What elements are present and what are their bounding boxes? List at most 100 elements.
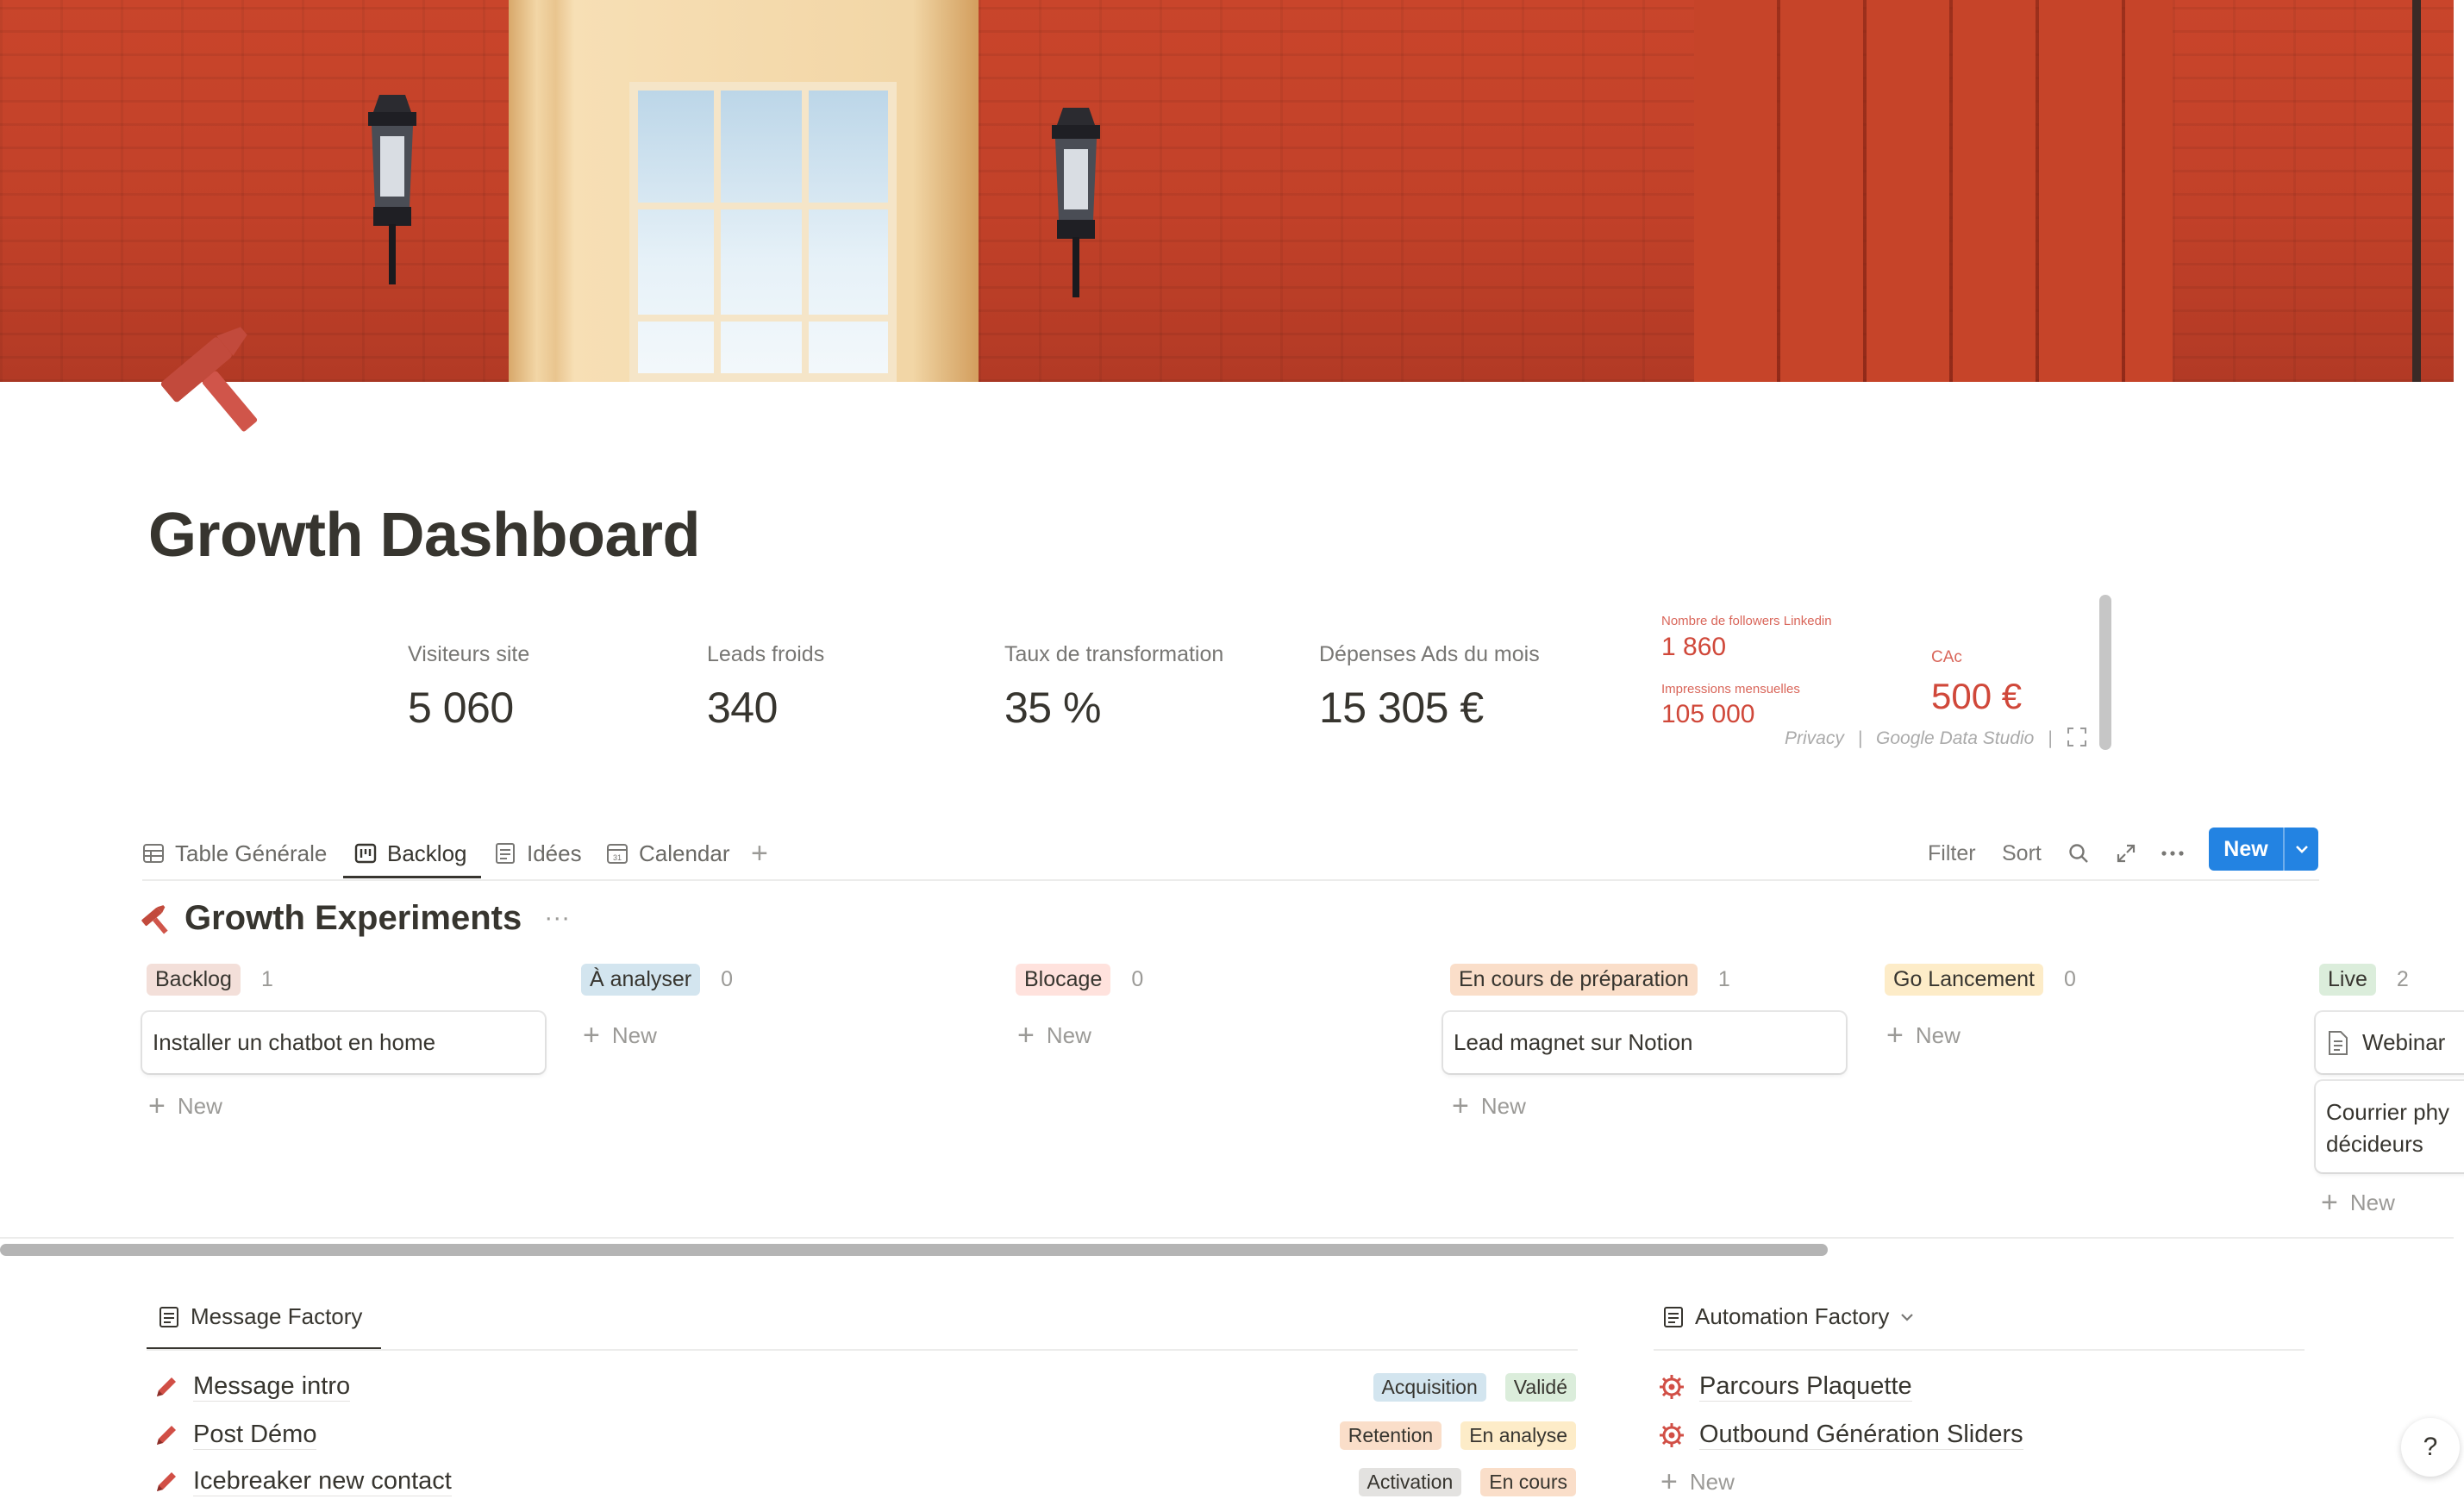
column-header-go-lancement[interactable]: Go Lancement 0 [1885,962,2076,996]
sort-button[interactable]: Sort [2002,834,2042,872]
tab-calendar[interactable]: 31 Calendar [606,828,730,879]
status-pill: Backlog [147,963,241,996]
card-title: Installer un chatbot en home [153,1029,436,1055]
calendar-icon: 31 [607,844,628,864]
metric-value: 5 060 [408,684,514,732]
privacy-link[interactable]: Privacy [1785,728,1844,748]
add-automation-button[interactable]: + New [1660,1465,1735,1499]
board-card[interactable]: Lead magnet sur Notion [1443,1012,1846,1073]
add-card-live[interactable]: + New [2321,1186,2395,1220]
cac-value: 500 € [1931,676,2023,716]
add-card-backlog[interactable]: + New [148,1090,222,1123]
tag: En cours [1480,1468,1576,1496]
metric-value: 340 [707,684,778,732]
more-options-button[interactable] [2160,834,2186,872]
board-divider [0,1237,2454,1239]
status-pill: Live [2319,963,2376,996]
impressions-label: Impressions mensuelles [1661,682,1800,696]
impressions-value: 105 000 [1661,700,1755,728]
board-icon [354,843,377,864]
expand-button[interactable] [2115,834,2137,872]
fullscreen-icon[interactable] [2067,728,2086,746]
column-count: 0 [721,966,734,991]
metric-value: 15 305 € [1319,684,1484,732]
add-label: New [1689,1469,1735,1495]
new-button[interactable]: New [2209,828,2318,871]
cac-label: CAc [1931,648,1962,666]
wall-lamp-right [1052,108,1100,297]
add-label: New [2349,1190,2395,1215]
card-title-continued: décideurs [2326,1131,2423,1157]
board-card[interactable]: Courrier phy décideurs [2316,1081,2464,1172]
list-item[interactable]: Outbound Génération Sliders [1658,1418,2296,1452]
board-card[interactable]: Webinar [2316,1012,2464,1073]
database-title[interactable]: Growth Experiments [184,899,522,938]
data-studio-link[interactable]: Google Data Studio [1876,728,2034,748]
tab-label: Automation Factory [1695,1303,1890,1329]
hammer-icon[interactable] [155,315,276,435]
board-card[interactable]: Installer un chatbot en home [142,1012,545,1073]
list-item[interactable]: Icebreaker new contact Activation En cou… [153,1465,1576,1499]
list-item[interactable]: Message intro Acquisition Validé [153,1370,1576,1404]
embed-scrollbar[interactable] [2099,595,2111,750]
metric-label: Dépenses Ads du mois [1319,642,1540,666]
add-view-button[interactable]: + [751,828,768,879]
svg-text:31: 31 [613,853,622,862]
footer-separator: | [1857,728,1863,748]
followers-label: Nombre de followers Linkedin [1661,614,1832,628]
list-divider [147,1349,1578,1351]
list-icon [496,843,515,864]
tab-backlog[interactable]: Backlog [354,828,467,879]
tab-message-factory[interactable]: Message Factory [158,1303,362,1330]
column-header-blocage[interactable]: Blocage 0 [1016,962,1143,996]
help-button[interactable]: ? [2401,1418,2460,1477]
wall-lamp-left [368,95,416,284]
database-more-button[interactable]: ··· [544,903,570,933]
column-header-backlog[interactable]: Backlog 1 [147,962,273,996]
column-header-live[interactable]: Live 2 [2319,962,2409,996]
row-title: Icebreaker new contact [193,1467,452,1496]
filter-button[interactable]: Filter [1928,834,1976,872]
tab-idees[interactable]: Idées [494,828,582,879]
list-icon [159,1306,178,1327]
cover-image [0,0,2454,382]
add-card-en-cours[interactable]: + New [1452,1090,1526,1123]
tab-automation-factory[interactable]: Automation Factory [1662,1303,1925,1330]
brick-wall-right [2173,0,2412,382]
board-horizontal-scrollbar[interactable] [0,1244,1828,1256]
status-pill: Go Lancement [1885,963,2043,996]
list-item[interactable]: Post Démo Retention En analyse [153,1418,1576,1452]
row-title: Parcours Plaquette [1699,1372,1912,1402]
column-count: 2 [2396,966,2409,991]
expand-icon [2117,844,2136,863]
data-studio-embed[interactable]: Nombre de followers Linkedin 1 860 Impre… [1655,603,2121,759]
column-header-en-cours[interactable]: En cours de préparation 1 [1450,962,1730,996]
metric-visiteurs: Visiteurs site 5 060 [408,642,529,733]
list-divider [1654,1349,2305,1351]
list-item[interactable]: Parcours Plaquette [1658,1370,2296,1404]
new-dropdown[interactable] [2285,828,2318,871]
column-header-a-analyser[interactable]: À analyser 0 [581,962,733,996]
tag: Activation [1358,1468,1462,1496]
database-header: Growth Experiments ··· [140,896,570,940]
metric-label: Visiteurs site [408,642,530,666]
footer-separator: | [2048,728,2053,748]
search-icon [2069,844,2088,863]
search-button[interactable] [2067,834,2090,872]
door-window [629,82,897,382]
row-tags: Acquisition Validé [1354,1373,1576,1402]
add-label: New [1480,1093,1526,1119]
row-title: Post Démo [193,1421,317,1450]
status-pill: Blocage [1016,963,1111,996]
add-label: New [1046,1022,1091,1048]
card-title: Lead magnet sur Notion [1454,1029,1693,1055]
add-card-go-lancement[interactable]: + New [1886,1019,1961,1052]
add-card-a-analyser[interactable]: + New [583,1019,657,1052]
pencil-icon [157,1472,176,1491]
tab-table-generale[interactable]: Table Générale [142,828,327,879]
card-title: Webinar [2362,1029,2446,1055]
add-card-blocage[interactable]: + New [1017,1019,1091,1052]
column-count: 1 [1717,966,1730,991]
chevron-down-icon[interactable] [1899,1311,1915,1323]
column-count: 0 [2064,966,2076,991]
